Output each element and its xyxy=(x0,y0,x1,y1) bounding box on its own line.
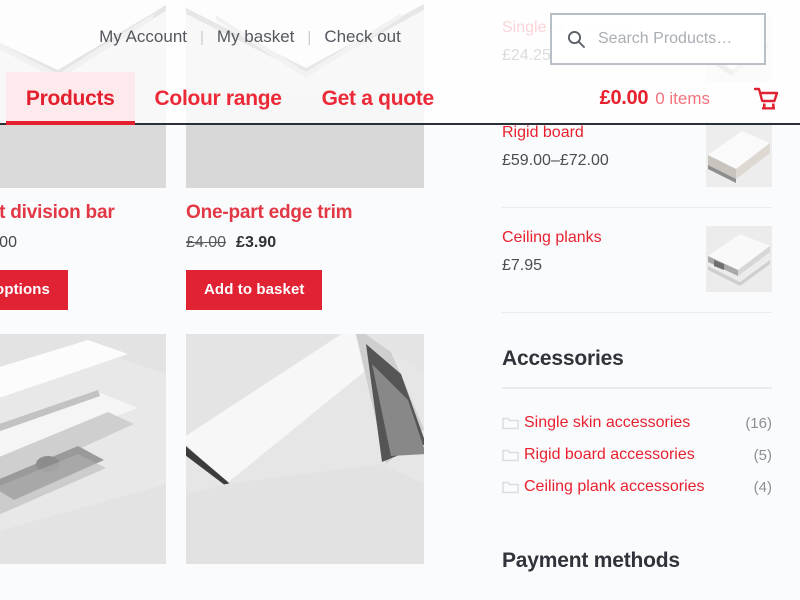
sidebar-item-count: (4) xyxy=(754,479,772,496)
widget-title: Payment methods xyxy=(502,549,772,573)
nav-item-get-a-quote[interactable]: Get a quote xyxy=(302,72,454,125)
sidebar-product-name[interactable]: Rigid board xyxy=(502,123,609,143)
product-card xyxy=(186,334,424,564)
product-price: £6.00–£7.00 xyxy=(0,233,166,254)
utility-link-check-out[interactable]: Check out xyxy=(311,27,414,47)
product-thumbnail[interactable] xyxy=(186,334,424,564)
sidebar-product-thumbnail[interactable] xyxy=(706,121,772,187)
sidebar-item-rigid-board-accessories[interactable]: Rigid board accessories (5) xyxy=(502,439,772,471)
sidebar-item-count: (5) xyxy=(754,447,772,464)
sidebar-product-name[interactable]: Ceiling planks xyxy=(502,228,602,248)
site-header: My Account | My basket | Check out ch Pr… xyxy=(0,0,800,125)
rigid-board-photo-icon xyxy=(706,121,772,187)
sidebar-item-label[interactable]: Rigid board accessories xyxy=(524,446,754,464)
payment-methods-widget: Payment methods xyxy=(502,549,772,573)
sidebar-item-ceiling-plank-accessories[interactable]: Ceiling plank accessories (4) xyxy=(502,471,772,503)
page-root: Two-part division bar £6.00–£7.00 Select… xyxy=(0,0,800,600)
h-section-photo-icon xyxy=(0,334,166,564)
main-nav: ch Products Colour range Get a quote xyxy=(0,72,454,125)
accessories-widget: Accessories Single skin accessories (16)… xyxy=(502,347,772,503)
add-to-basket-button[interactable]: Add to basket xyxy=(186,270,322,310)
nav-item-products[interactable]: Products xyxy=(6,72,135,125)
sidebar-product-ceiling-planks[interactable]: Ceiling planks £7.95 xyxy=(502,208,772,313)
sidebar-product-price: £7.95 xyxy=(502,257,602,275)
widget-divider xyxy=(502,387,772,389)
cart-area[interactable]: £0.00 0 items xyxy=(600,72,780,125)
folder-icon xyxy=(502,448,524,462)
ceiling-planks-photo-icon xyxy=(706,226,772,292)
sidebar-item-single-skin-accessories[interactable]: Single skin accessories (16) xyxy=(502,407,772,439)
folder-icon xyxy=(502,416,524,430)
price-was: £4.00 xyxy=(186,234,226,251)
utility-link-my-account[interactable]: My Account xyxy=(86,27,200,47)
angle-trim-photo-icon xyxy=(186,334,424,564)
select-options-button[interactable]: Select options xyxy=(0,270,68,310)
nav-item-colour-range[interactable]: Colour range xyxy=(135,72,302,125)
shopping-cart-icon[interactable] xyxy=(754,87,780,111)
search-input[interactable] xyxy=(598,30,750,48)
sidebar-product-thumbnail[interactable] xyxy=(706,226,772,292)
sidebar-item-count: (16) xyxy=(745,415,772,432)
product-title[interactable]: Two-part division bar xyxy=(0,202,166,225)
sidebar-item-label[interactable]: Ceiling plank accessories xyxy=(524,478,754,496)
product-thumbnail[interactable] xyxy=(0,334,166,564)
utility-link-my-basket[interactable]: My basket xyxy=(204,27,307,47)
product-price: £4.00 £3.90 xyxy=(186,233,424,254)
price-now: £3.90 xyxy=(236,234,276,251)
widget-title: Accessories xyxy=(502,347,772,371)
search-box[interactable] xyxy=(550,13,766,65)
product-title[interactable]: One-part edge trim xyxy=(186,202,424,225)
cart-item-count: 0 items xyxy=(655,89,710,108)
sidebar-product-price: £59.00–£72.00 xyxy=(502,152,609,170)
cart-summary[interactable]: £0.00 0 items xyxy=(600,87,710,110)
folder-icon xyxy=(502,480,524,494)
cart-total: £0.00 xyxy=(600,87,649,109)
product-card xyxy=(0,334,166,564)
search-icon xyxy=(566,29,590,49)
sidebar-item-label[interactable]: Single skin accessories xyxy=(524,414,745,432)
